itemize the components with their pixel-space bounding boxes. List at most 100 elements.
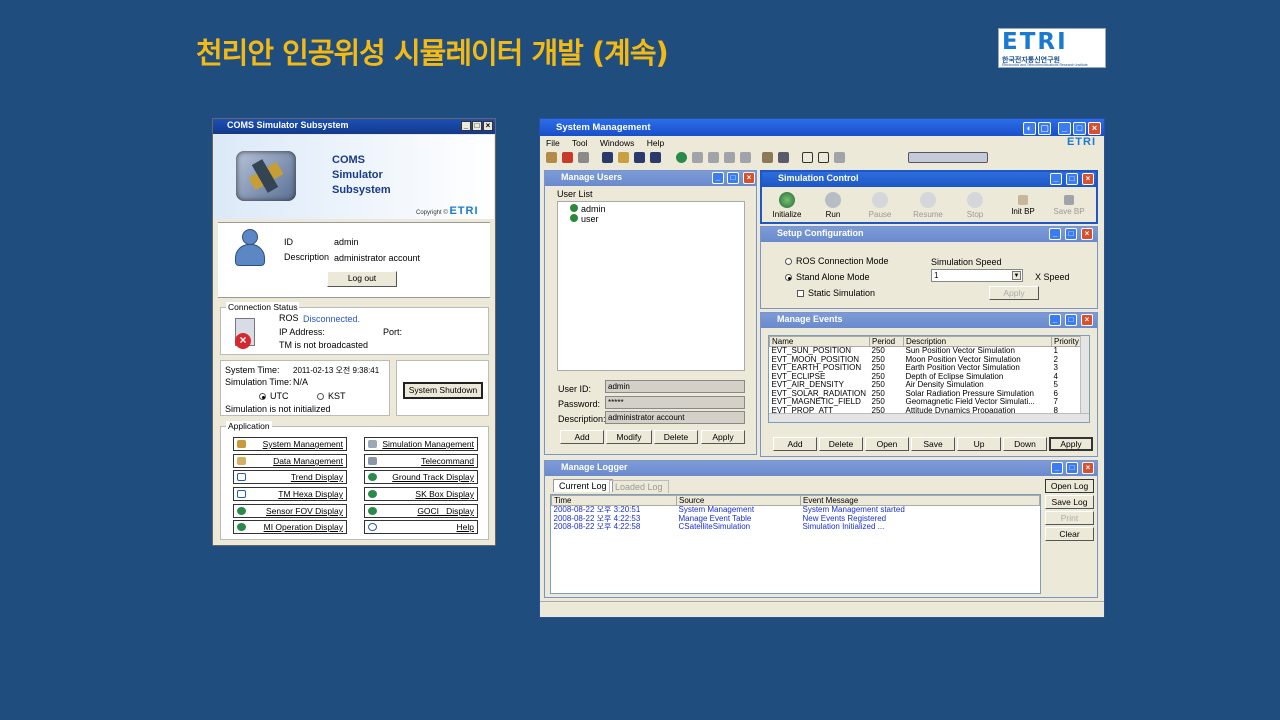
resume-tool-icon[interactable]: [724, 152, 735, 163]
restore-icon[interactable]: ◐: [1023, 122, 1036, 135]
window-tool-icon[interactable]: [802, 152, 813, 163]
maximize-icon[interactable]: □: [1073, 122, 1086, 135]
log-row[interactable]: 2008-08-22 오후 3:20:51 System Management Sy…: [552, 506, 1040, 515]
maximize-icon[interactable]: □: [1066, 173, 1078, 185]
window-titlebar[interactable]: System Management ◐ ▢ _ □ ×: [540, 119, 1104, 136]
event-row[interactable]: EVT_MAGNETIC_FIELD 250 Geomagnetic Field V…: [770, 398, 1089, 407]
manage-users-titlebar[interactable]: Manage Users _ □ ×: [545, 171, 756, 186]
col-time[interactable]: Time: [551, 495, 677, 506]
minimize-icon[interactable]: _: [1049, 314, 1061, 326]
event-down-button[interactable]: Down: [1003, 437, 1047, 451]
save-tool-icon[interactable]: [602, 152, 613, 163]
event-row[interactable]: EVT_AIR_DENSITY 250 Air Density Simulation…: [770, 381, 1089, 390]
event-row[interactable]: EVT_SUN_POSITION 250 Sun Position Vector S…: [770, 347, 1089, 356]
event-save-button[interactable]: Save: [911, 437, 955, 451]
kst-radio[interactable]: KST: [317, 391, 346, 401]
app-goci-display[interactable]: GOCI Display: [364, 504, 478, 518]
run-button[interactable]: Run: [810, 190, 856, 219]
user-item-user[interactable]: user: [570, 214, 599, 224]
minimize-icon[interactable]: _: [1050, 173, 1062, 185]
save-bp-button[interactable]: Save BP: [1046, 190, 1092, 216]
log-row[interactable]: 2008-08-22 오후 4:22:58 CSatelliteSimulatio…: [552, 523, 1040, 532]
chevron-down-icon[interactable]: ▼: [1012, 271, 1021, 280]
col-period[interactable]: Period: [869, 336, 904, 347]
event-row[interactable]: EVT_EARTH_POSITION 250 Earth Position Vect…: [770, 364, 1089, 373]
app-trend-display[interactable]: Trend Display: [233, 470, 347, 484]
close-icon[interactable]: ×: [1082, 462, 1094, 474]
logout-button[interactable]: Log out: [327, 271, 397, 287]
run-tool-icon[interactable]: [692, 152, 703, 163]
save-tool-icon[interactable]: [634, 152, 645, 163]
save-tool-icon[interactable]: [650, 152, 661, 163]
apply-user-button[interactable]: Apply: [701, 430, 745, 444]
initbp-tool-icon[interactable]: [762, 152, 773, 163]
pause-button[interactable]: Pause: [857, 190, 903, 219]
maximize-icon[interactable]: □: [1065, 228, 1077, 240]
menu-windows[interactable]: Windows: [600, 138, 634, 148]
clear-log-button[interactable]: Clear: [1045, 527, 1094, 541]
open-log-button[interactable]: Open Log: [1045, 479, 1094, 493]
log-table[interactable]: Time Source Event Message 2008-08-22 오후 …: [550, 494, 1041, 594]
utc-radio[interactable]: UTC: [259, 391, 289, 401]
app-data-management[interactable]: Data Management: [233, 454, 347, 468]
window-switch-icons[interactable]: [908, 152, 988, 163]
close-icon[interactable]: ×: [1082, 173, 1094, 185]
static-simulation-checkbox[interactable]: Static Simulation: [797, 288, 875, 298]
initialize-tool-icon[interactable]: [676, 152, 687, 163]
close-icon[interactable]: ×: [1081, 228, 1093, 240]
close-icon[interactable]: ×: [1088, 122, 1101, 135]
manage-events-titlebar[interactable]: Manage Events _ □ ×: [761, 313, 1097, 328]
maximize-icon[interactable]: □: [1065, 314, 1077, 326]
kst-radio-icon[interactable]: [317, 393, 324, 401]
setup-titlebar[interactable]: Setup Configuration _ □ ×: [761, 227, 1097, 242]
user-item-admin[interactable]: admin: [570, 204, 606, 214]
init-bp-button[interactable]: Init BP: [1000, 190, 1046, 216]
col-source[interactable]: Source: [676, 495, 801, 506]
tile-icon[interactable]: ▢: [1038, 122, 1051, 135]
delete-user-button[interactable]: Delete: [654, 430, 698, 444]
user-list[interactable]: admin user: [557, 201, 745, 371]
utc-radio-icon[interactable]: [259, 393, 266, 401]
system-shutdown-button[interactable]: System Shutdown: [403, 382, 483, 399]
modify-user-button[interactable]: Modify: [606, 430, 652, 444]
app-help[interactable]: Help: [364, 520, 478, 534]
speed-select[interactable]: 1 ▼: [931, 269, 1023, 282]
users-tool-icon[interactable]: [546, 152, 557, 163]
minimize-icon[interactable]: _: [1049, 228, 1061, 240]
maximize-icon[interactable]: □: [1066, 462, 1078, 474]
close-icon[interactable]: ×: [483, 121, 493, 131]
maximize-icon[interactable]: □: [472, 121, 482, 131]
simulation-control-titlebar[interactable]: Simulation Control _ □ ×: [762, 172, 1096, 187]
app-system-management[interactable]: System Management: [233, 437, 347, 451]
ros-mode-radio[interactable]: ROS Connection Mode: [785, 256, 889, 266]
window-titlebar[interactable]: COMS Simulator Subsystem _ □ ×: [213, 119, 495, 134]
events-vertical-scrollbar[interactable]: [1080, 336, 1089, 414]
chart-tool-icon[interactable]: [818, 152, 829, 163]
maximize-icon[interactable]: □: [727, 172, 739, 184]
description-field[interactable]: administrator account: [605, 411, 745, 424]
events-horizontal-scrollbar[interactable]: [769, 413, 1089, 422]
menu-file[interactable]: File: [546, 138, 560, 148]
event-add-button[interactable]: Add: [773, 437, 817, 451]
app-telecommand[interactable]: Telecommand: [364, 454, 478, 468]
app-tm-hexa-display[interactable]: TM Hexa Display: [233, 487, 347, 501]
event-delete-button[interactable]: Delete: [819, 437, 863, 451]
userid-field[interactable]: admin: [605, 380, 745, 393]
event-row[interactable]: EVT_SOLAR_RADIATION 250 Solar Radiation Pr…: [770, 390, 1089, 399]
app-ground-track-display[interactable]: Ground Track Display: [364, 470, 478, 484]
open-tool-icon[interactable]: [618, 152, 629, 163]
app-mi-operation-display[interactable]: MI Operation Display: [233, 520, 347, 534]
col-event-message[interactable]: Event Message: [800, 495, 1040, 506]
log-row[interactable]: 2008-08-22 오후 4:22:53 Manage Event Table N…: [552, 515, 1040, 524]
password-field[interactable]: *****: [605, 396, 745, 409]
minimize-icon[interactable]: _: [712, 172, 724, 184]
savebp-tool-icon[interactable]: [778, 152, 789, 163]
event-row[interactable]: EVT_ECLIPSE 250 Depth of Eclipse Simulatio…: [770, 373, 1089, 382]
initialize-button[interactable]: Initialize: [764, 190, 810, 219]
delete-tool-icon[interactable]: [562, 152, 573, 163]
setup-apply-button[interactable]: Apply: [989, 286, 1039, 300]
save-log-button[interactable]: Save Log: [1045, 495, 1094, 509]
app-sensor-fov-display[interactable]: Sensor FOV Display: [233, 504, 347, 518]
standalone-radio[interactable]: Stand Alone Mode: [785, 272, 870, 282]
event-apply-button[interactable]: Apply: [1049, 437, 1093, 451]
